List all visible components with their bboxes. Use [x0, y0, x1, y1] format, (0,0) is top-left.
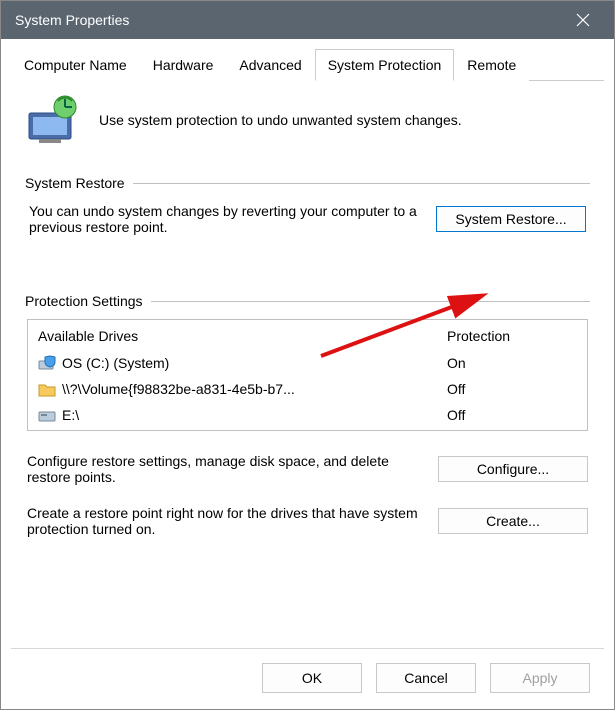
protection-settings-label: Protection Settings	[25, 293, 143, 309]
cancel-button[interactable]: Cancel	[376, 663, 476, 693]
system-restore-label: System Restore	[25, 175, 125, 191]
system-protection-icon	[25, 95, 81, 145]
protection-settings-section: Protection Settings Available Drives Pro…	[25, 293, 590, 537]
restore-description: You can undo system changes by reverting…	[29, 203, 418, 235]
top-description: Use system protection to undo unwanted s…	[99, 112, 590, 128]
close-button[interactable]	[556, 2, 610, 38]
top-row: Use system protection to undo unwanted s…	[25, 95, 590, 145]
titlebar: System Properties	[1, 1, 614, 39]
dialog-body: Computer Name Hardware Advanced System P…	[1, 39, 614, 709]
window: System Properties Computer Name Hardware…	[0, 0, 615, 710]
close-icon	[576, 13, 590, 27]
header-drives: Available Drives	[38, 328, 447, 344]
tab-advanced[interactable]: Advanced	[226, 49, 314, 81]
ok-button[interactable]: OK	[262, 663, 362, 693]
table-row[interactable]: \\?\Volume{f98832be-a831-4e5b-b7... Off	[30, 376, 585, 402]
drive-name: OS (C:) (System)	[62, 355, 169, 371]
configure-button[interactable]: Configure...	[438, 456, 588, 482]
protection-settings-heading: Protection Settings	[25, 293, 590, 309]
header-protection: Protection	[447, 328, 577, 344]
table-row[interactable]: OS (C:) (System) On	[30, 350, 585, 376]
divider	[133, 183, 590, 184]
tab-hardware[interactable]: Hardware	[140, 49, 227, 81]
dialog-button-bar: OK Cancel Apply	[11, 648, 604, 709]
drives-header: Available Drives Protection	[30, 322, 585, 350]
window-title: System Properties	[15, 12, 129, 28]
create-row: Create a restore point right now for the…	[27, 505, 588, 537]
system-restore-button[interactable]: System Restore...	[436, 206, 586, 232]
tab-computer-name[interactable]: Computer Name	[11, 49, 140, 81]
tab-system-protection[interactable]: System Protection	[315, 49, 455, 81]
drive-icon	[38, 354, 56, 372]
create-button[interactable]: Create...	[438, 508, 588, 534]
drive-protection: Off	[447, 381, 577, 397]
system-restore-heading: System Restore	[25, 175, 590, 191]
create-description: Create a restore point right now for the…	[27, 505, 420, 537]
apply-button[interactable]: Apply	[490, 663, 590, 693]
drive-protection: On	[447, 355, 577, 371]
restore-row: You can undo system changes by reverting…	[29, 203, 586, 235]
tab-bar: Computer Name Hardware Advanced System P…	[11, 49, 604, 81]
drive-icon	[38, 380, 56, 398]
drive-icon	[38, 406, 56, 424]
tab-remote[interactable]: Remote	[454, 49, 529, 81]
drive-protection: Off	[447, 407, 577, 423]
table-row[interactable]: E:\ Off	[30, 402, 585, 428]
configure-description: Configure restore settings, manage disk …	[27, 453, 420, 485]
drive-name: E:\	[62, 407, 79, 423]
divider	[151, 301, 590, 302]
drives-list: Available Drives Protection OS (C:) (Sys…	[27, 319, 588, 431]
tab-panel: Use system protection to undo unwanted s…	[11, 81, 604, 648]
drive-name: \\?\Volume{f98832be-a831-4e5b-b7...	[62, 381, 295, 397]
configure-row: Configure restore settings, manage disk …	[27, 453, 588, 485]
